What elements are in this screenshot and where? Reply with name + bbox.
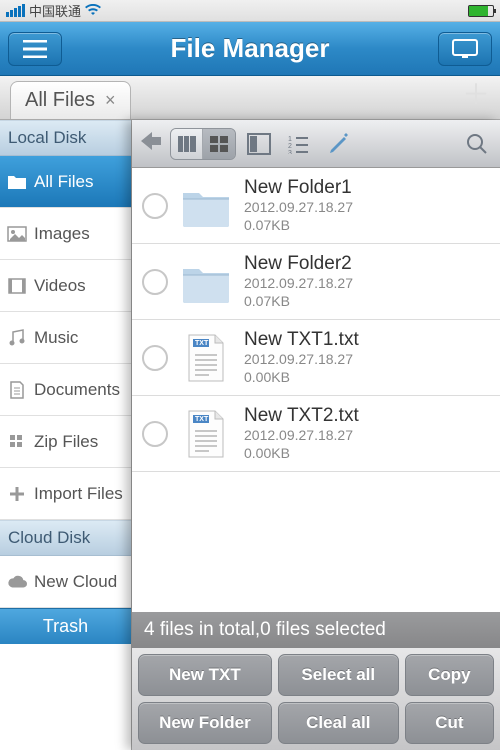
folder-icon [178, 178, 234, 234]
file-row[interactable]: TXT New TXT2.txt2012.09.27.18.270.00KB [132, 396, 500, 472]
layout-icon[interactable] [242, 127, 276, 161]
svg-text:2: 2 [288, 143, 292, 150]
file-row[interactable]: New Folder12012.09.27.18.270.07KB [132, 168, 500, 244]
status-bar: 中国联通 [0, 0, 500, 22]
main-pane: 123 New Folder12012.09.27.18.270.07KBNew… [132, 120, 500, 750]
sort-icon[interactable]: 123 [282, 127, 316, 161]
carrier-label: 中国联通 [29, 1, 81, 20]
page-title: File Manager [171, 33, 330, 64]
sidebar-item-videos[interactable]: Videos [0, 260, 131, 312]
sidebar-item-music[interactable]: Music [0, 312, 131, 364]
plus-icon [6, 483, 28, 505]
file-list: New Folder12012.09.27.18.270.07KBNew Fol… [132, 168, 500, 612]
wifi-icon [85, 3, 101, 19]
txt-file-icon: TXT [178, 406, 234, 462]
music-icon [6, 327, 28, 349]
new-txt-button[interactable]: New TXT [138, 654, 272, 696]
search-icon[interactable] [460, 127, 494, 161]
sidebar-item-label: Zip Files [34, 432, 98, 452]
file-date: 2012.09.27.18.27 [244, 351, 359, 369]
sidebar-item-label: Music [34, 328, 78, 348]
file-size: 0.00KB [244, 445, 359, 463]
sidebar-item-label: Import Files [34, 484, 123, 504]
checkbox[interactable] [142, 269, 168, 295]
close-icon[interactable]: × [105, 90, 116, 111]
sidebar-item-label: New Cloud [34, 572, 117, 592]
battery-icon [468, 5, 494, 17]
sidebar-item-new-cloud[interactable]: New Cloud [0, 556, 131, 608]
menu-button[interactable] [8, 32, 62, 66]
file-date: 2012.09.27.18.27 [244, 275, 353, 293]
clear-all-button[interactable]: Cleal all [278, 702, 399, 744]
file-name: New Folder1 [244, 177, 353, 199]
sidebar-item-label: Documents [34, 380, 120, 400]
edit-icon[interactable] [322, 127, 356, 161]
sidebar-item-label: Images [34, 224, 90, 244]
txt-file-icon: TXT [178, 330, 234, 386]
sidebar-item-all-files[interactable]: All Files [0, 156, 131, 208]
sidebar-trash[interactable]: Trash [0, 608, 131, 644]
add-tab-button[interactable]: ＋ [462, 73, 490, 113]
file-row[interactable]: TXT New TXT1.txt2012.09.27.18.270.00KB [132, 320, 500, 396]
file-size: 0.07KB [244, 293, 353, 311]
sidebar-section-cloud: Cloud Disk [0, 520, 131, 556]
file-date: 2012.09.27.18.27 [244, 427, 359, 445]
view-columns-icon[interactable] [171, 129, 203, 159]
svg-text:TXT: TXT [195, 340, 209, 347]
signal-icon [6, 4, 25, 17]
status-line: 4 files in total,0 files selected [132, 612, 500, 648]
action-toolbar: New TXT Select all Copy New Folder Cleal… [132, 648, 500, 750]
toolbar: 123 [132, 120, 500, 168]
folder-icon [178, 254, 234, 310]
file-size: 0.07KB [244, 217, 353, 235]
sidebar-item-documents[interactable]: Documents [0, 364, 131, 416]
sidebar: Local Disk All Files Images Videos Music… [0, 120, 132, 750]
file-row[interactable]: New Folder22012.09.27.18.270.07KB [132, 244, 500, 320]
tab-all-files[interactable]: All Files × [10, 81, 131, 119]
sidebar-item-label: All Files [34, 172, 94, 192]
svg-text:3: 3 [288, 150, 292, 154]
display-button[interactable] [438, 32, 492, 66]
sidebar-item-import[interactable]: Import Files [0, 468, 131, 520]
file-name: New TXT2.txt [244, 405, 359, 427]
select-all-button[interactable]: Select all [278, 654, 399, 696]
file-size: 0.00KB [244, 369, 359, 387]
view-grid-icon[interactable] [203, 129, 235, 159]
tab-label: All Files [25, 89, 95, 112]
zip-icon [6, 431, 28, 453]
file-name: New TXT1.txt [244, 329, 359, 351]
view-segmented[interactable] [170, 128, 236, 160]
app-header: File Manager [0, 22, 500, 76]
folder-icon [6, 171, 28, 193]
cloud-icon [6, 571, 28, 593]
tab-bar: All Files × ＋ [0, 76, 500, 120]
back-icon[interactable] [138, 129, 164, 158]
file-name: New Folder2 [244, 253, 353, 275]
sidebar-item-label: Videos [34, 276, 86, 296]
sidebar-item-images[interactable]: Images [0, 208, 131, 260]
sidebar-section-local: Local Disk [0, 120, 131, 156]
video-icon [6, 275, 28, 297]
file-date: 2012.09.27.18.27 [244, 199, 353, 217]
cut-button[interactable]: Cut [405, 702, 494, 744]
document-icon [6, 379, 28, 401]
copy-button[interactable]: Copy [405, 654, 494, 696]
checkbox[interactable] [142, 193, 168, 219]
checkbox[interactable] [142, 345, 168, 371]
new-folder-button[interactable]: New Folder [138, 702, 272, 744]
checkbox[interactable] [142, 421, 168, 447]
svg-text:TXT: TXT [195, 416, 209, 423]
sidebar-item-zip[interactable]: Zip Files [0, 416, 131, 468]
image-icon [6, 223, 28, 245]
svg-text:1: 1 [288, 136, 292, 143]
